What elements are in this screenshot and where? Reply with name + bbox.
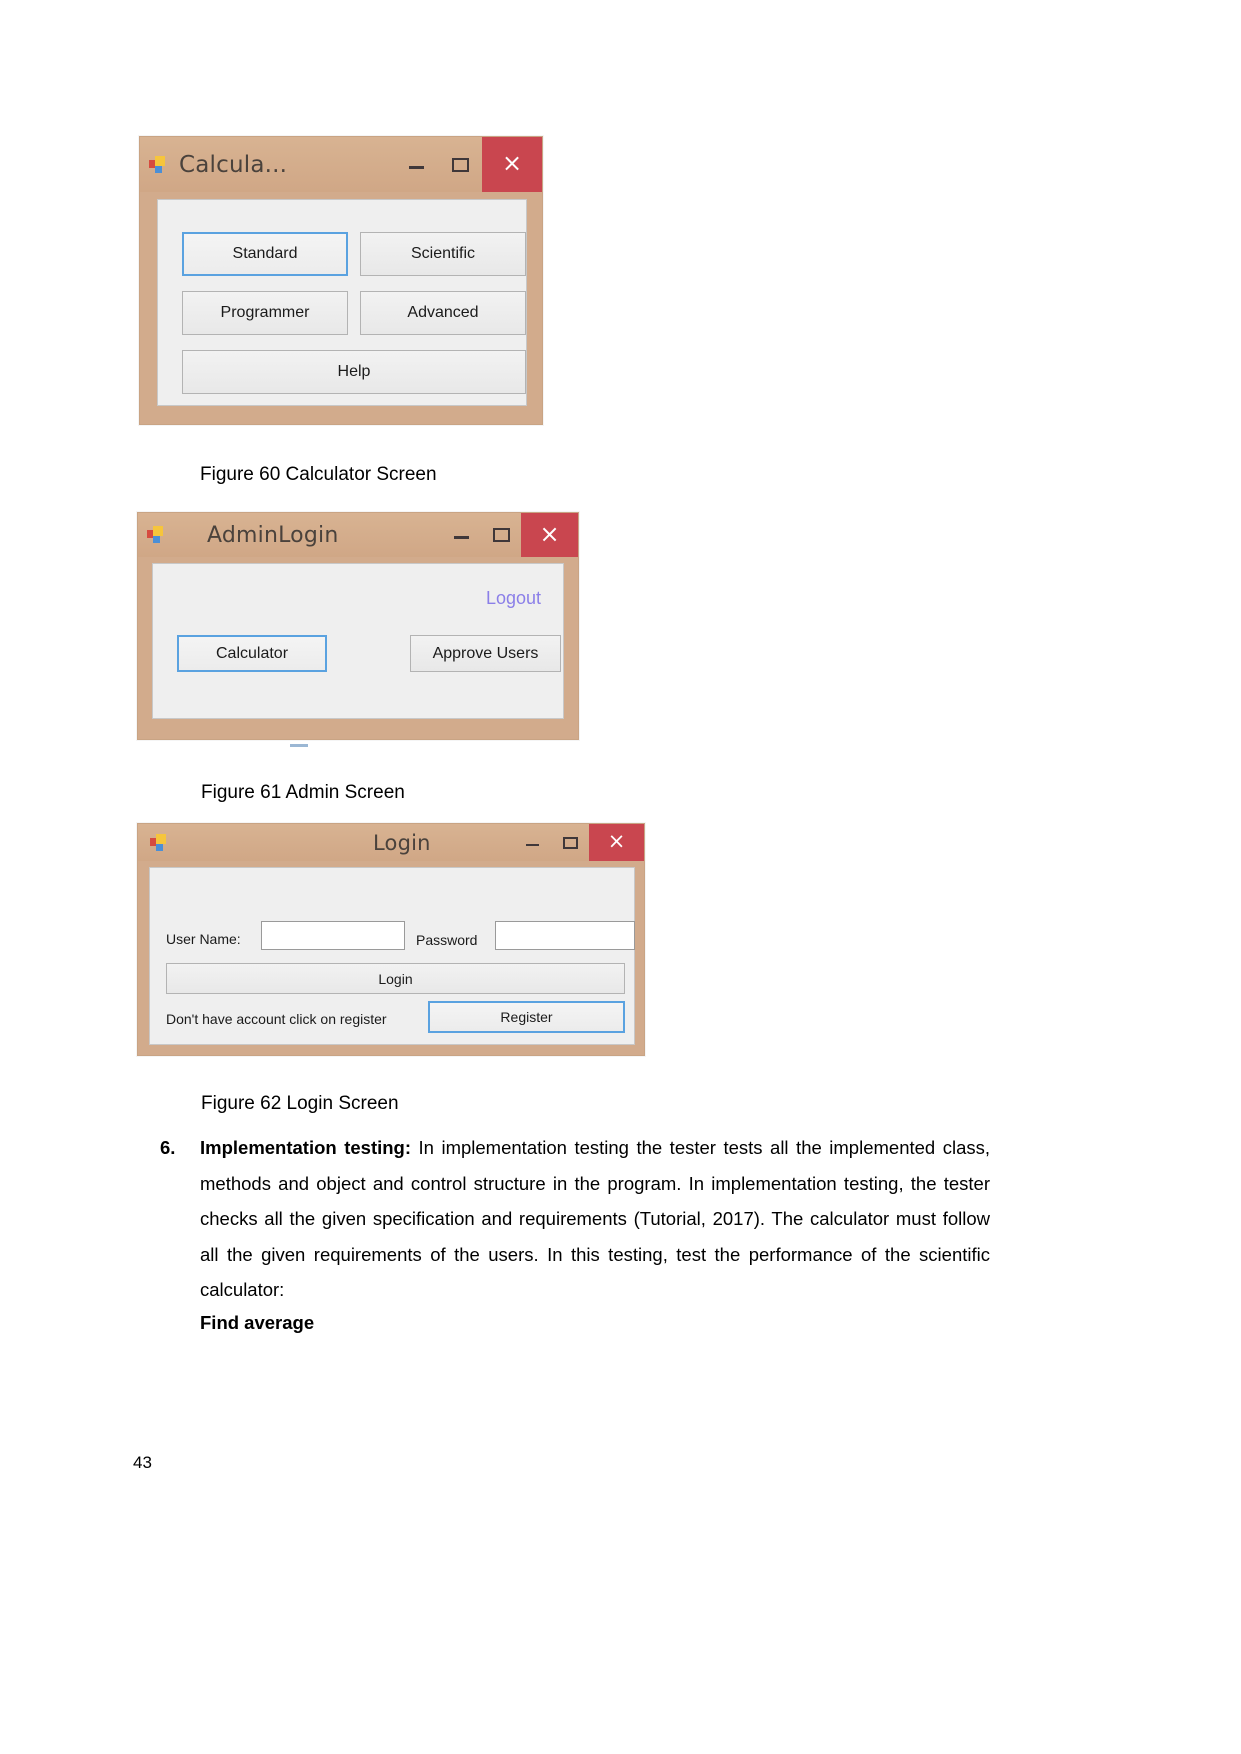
admin-login-titlebar[interactable]: AdminLogin × <box>138 513 578 557</box>
list-number: 6. <box>160 1137 176 1158</box>
admin-login-window[interactable]: AdminLogin × Logout Calculator Approve U… <box>137 512 579 747</box>
document-page: Calcula... × Standard Scientific Program… <box>0 0 1241 1754</box>
login-button[interactable]: Login <box>166 963 625 994</box>
maximize-button[interactable] <box>481 513 521 557</box>
password-label: Password <box>416 932 478 948</box>
close-button[interactable]: × <box>482 137 542 192</box>
figure-62-caption: Figure 62 Login Screen <box>201 1093 399 1114</box>
maximize-icon <box>451 157 469 172</box>
calculator-client-area: Standard Scientific Programmer Advanced … <box>157 199 527 406</box>
login-titlebar[interactable]: Login × <box>138 824 644 861</box>
register-button[interactable]: Register <box>428 1001 625 1033</box>
login-window[interactable]: Login × User Name: Password Login Don't … <box>137 823 645 1056</box>
minimize-icon <box>525 844 539 846</box>
register-button-label: Register <box>500 1009 553 1025</box>
programmer-button-label: Programmer <box>220 304 310 321</box>
logout-link[interactable]: Logout <box>486 588 541 609</box>
scientific-button[interactable]: Scientific <box>360 232 526 276</box>
calculator-window[interactable]: Calcula... × Standard Scientific Program… <box>139 136 543 425</box>
help-button-label: Help <box>337 363 371 380</box>
implementation-testing-paragraph: 6. Implementation testing: In implementa… <box>160 1130 990 1308</box>
advanced-button[interactable]: Advanced <box>360 291 526 335</box>
figure-61-caption: Figure 61 Admin Screen <box>201 782 405 803</box>
calculator-button[interactable]: Calculator <box>177 635 327 672</box>
paragraph-text: In implementation testing the tester tes… <box>200 1137 990 1300</box>
minimize-button[interactable] <box>394 137 438 192</box>
minimize-icon <box>453 536 469 539</box>
winforms-app-icon <box>149 155 167 174</box>
user-name-label: User Name: <box>166 931 241 947</box>
figure-60-caption: Figure 60 Calculator Screen <box>200 464 437 485</box>
programmer-button[interactable]: Programmer <box>182 291 348 335</box>
admin-login-window-title: AdminLogin <box>207 522 339 548</box>
close-button[interactable]: × <box>589 824 644 861</box>
minimize-button[interactable] <box>513 824 551 861</box>
standard-button-label: Standard <box>232 245 298 262</box>
maximize-icon <box>562 836 578 849</box>
standard-button[interactable]: Standard <box>182 232 348 276</box>
login-client-area: User Name: Password Login Don't have acc… <box>149 867 635 1045</box>
calculator-window-title: Calcula... <box>179 151 288 178</box>
user-name-input[interactable] <box>261 921 405 950</box>
approve-users-button-label: Approve Users <box>432 644 539 662</box>
maximize-button[interactable] <box>551 824 589 861</box>
login-button-label: Login <box>378 970 413 987</box>
calculator-titlebar[interactable]: Calcula... × <box>140 137 542 192</box>
admin-login-system-buttons[interactable]: × <box>441 513 578 557</box>
page-number: 43 <box>133 1453 152 1472</box>
password-input[interactable] <box>495 921 635 950</box>
minimize-icon <box>408 165 424 169</box>
advanced-button-label: Advanced <box>407 304 479 321</box>
winforms-app-icon <box>150 833 168 852</box>
winforms-app-icon <box>147 526 165 544</box>
help-button[interactable]: Help <box>182 350 526 394</box>
close-button[interactable]: × <box>521 513 578 557</box>
login-system-buttons[interactable]: × <box>513 824 644 861</box>
approve-users-button[interactable]: Approve Users <box>410 635 561 672</box>
find-average-subheading: Find average <box>200 1312 315 1333</box>
scientific-button-label: Scientific <box>410 245 476 262</box>
register-hint-label: Don't have account click on register <box>166 1011 387 1027</box>
admin-login-client-area: Logout Calculator Approve Users <box>152 563 564 719</box>
login-window-title: Login <box>373 830 431 855</box>
calculator-system-buttons[interactable]: × <box>394 137 542 192</box>
minimize-button[interactable] <box>441 513 481 557</box>
calculator-button-label: Calculator <box>215 644 289 662</box>
resize-nub <box>290 744 308 747</box>
maximize-button[interactable] <box>438 137 482 192</box>
maximize-icon <box>492 528 510 542</box>
paragraph-lead-bold: Implementation testing: <box>200 1137 412 1158</box>
